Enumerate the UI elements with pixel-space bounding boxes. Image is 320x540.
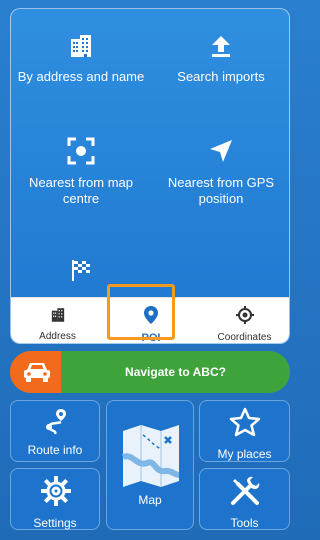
map-label: Map bbox=[138, 493, 162, 507]
building-icon bbox=[71, 35, 91, 57]
tab-coordinates[interactable]: Coordinates bbox=[198, 298, 289, 343]
star-icon bbox=[229, 407, 261, 437]
nearest-gps-option[interactable]: Nearest from GPS position bbox=[151, 137, 289, 207]
tab-address-label: Address bbox=[39, 331, 76, 342]
nearest-gps-label: Nearest from GPS position bbox=[167, 175, 275, 206]
by-address-option[interactable]: By address and name bbox=[11, 33, 151, 85]
route-icon bbox=[46, 409, 66, 435]
my-places-label: My places bbox=[217, 447, 272, 461]
tab-address[interactable]: Address bbox=[11, 298, 104, 343]
navigate-label: Navigate to ABC? bbox=[125, 365, 226, 379]
route-info-tile[interactable]: Route info bbox=[10, 400, 100, 462]
map-tile[interactable]: Map bbox=[106, 400, 194, 530]
gear-icon bbox=[41, 476, 71, 506]
settings-label: Settings bbox=[33, 516, 77, 530]
checkered-flag-icon bbox=[72, 260, 90, 281]
car-icon bbox=[24, 363, 50, 382]
by-address-label: By address and name bbox=[17, 69, 145, 84]
settings-tile[interactable]: Settings bbox=[10, 468, 100, 530]
search-imports-option[interactable]: Search imports bbox=[151, 33, 289, 85]
navigate-car-section bbox=[10, 351, 61, 393]
building-icon bbox=[51, 308, 64, 322]
search-imports-label: Search imports bbox=[177, 69, 265, 84]
crosshair-icon bbox=[235, 306, 254, 324]
poi-tab-highlight bbox=[107, 284, 175, 340]
folded-map-icon bbox=[121, 425, 180, 487]
tab-coordinates-label: Coordinates bbox=[217, 332, 272, 343]
tools-tile[interactable]: Tools bbox=[199, 468, 290, 530]
gps-arrow-icon bbox=[210, 140, 232, 162]
route-flag-option[interactable] bbox=[11, 257, 151, 283]
upload-icon bbox=[212, 36, 230, 57]
navigate-button[interactable]: Navigate to ABC? bbox=[10, 351, 290, 393]
route-info-label: Route info bbox=[27, 443, 83, 457]
my-places-tile[interactable]: My places bbox=[199, 400, 290, 462]
tools-label: Tools bbox=[230, 516, 259, 530]
nearest-map-centre-label: Nearest from map centre bbox=[28, 175, 134, 206]
nearest-map-centre-option[interactable]: Nearest from map centre bbox=[11, 137, 151, 207]
focus-target-icon bbox=[67, 137, 95, 165]
tools-icon bbox=[231, 476, 260, 505]
